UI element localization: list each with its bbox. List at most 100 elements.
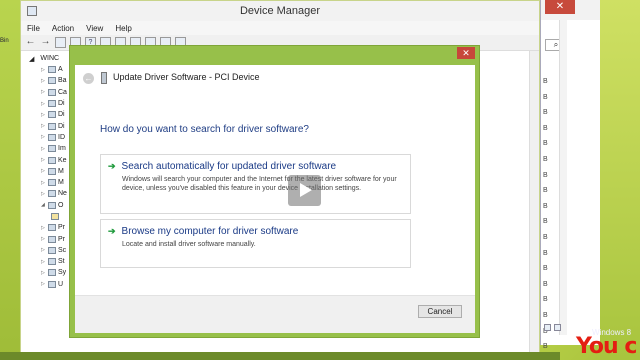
expand-icon[interactable]: ▷ bbox=[41, 247, 46, 253]
dialog-title: Update Driver Software - PCI Device bbox=[113, 72, 260, 82]
expand-icon[interactable]: ▷ bbox=[41, 168, 46, 174]
dialog-header: ← Update Driver Software - PCI Device bbox=[75, 65, 475, 91]
properties-icon[interactable] bbox=[55, 37, 66, 48]
background-window: ⌕ BBBBBBBBBBBBBBBBBB bbox=[540, 0, 600, 350]
device-manager-scrollbar[interactable] bbox=[529, 51, 539, 359]
expand-icon[interactable]: ▷ bbox=[41, 191, 46, 197]
dialog-close-button[interactable]: ✕ bbox=[457, 47, 475, 59]
column-cell: B bbox=[543, 265, 548, 273]
device-icon bbox=[101, 72, 107, 84]
view-buttons bbox=[544, 324, 561, 331]
tree-item-label: M bbox=[58, 167, 64, 175]
expand-icon[interactable]: ▷ bbox=[41, 112, 46, 118]
menu-action[interactable]: Action bbox=[52, 24, 74, 33]
background-window-scrollbar[interactable] bbox=[559, 20, 567, 335]
expand-icon[interactable]: ▷ bbox=[41, 78, 46, 84]
search-automatically-option[interactable]: ➔ Search automatically for updated drive… bbox=[100, 154, 411, 214]
column-cell: B bbox=[543, 202, 548, 210]
details-view-icon[interactable] bbox=[544, 324, 551, 331]
taskbar bbox=[0, 352, 560, 360]
recycle-bin-label[interactable]: Bin bbox=[0, 38, 9, 44]
device-category-icon bbox=[48, 167, 56, 175]
green-arrow-icon: ➔ bbox=[108, 226, 116, 236]
desktop-left-strip: Bin bbox=[0, 0, 20, 360]
forward-arrow-icon[interactable]: → bbox=[40, 37, 51, 48]
brand-watermark: You c bbox=[576, 334, 637, 359]
column-cell: B bbox=[543, 218, 548, 226]
menu-file[interactable]: File bbox=[27, 24, 40, 33]
device-category-icon bbox=[48, 235, 56, 243]
column-cell: B bbox=[543, 93, 548, 101]
device-category-icon bbox=[48, 111, 56, 119]
menu-view[interactable]: View bbox=[86, 24, 103, 33]
tree-item-label: ID bbox=[58, 133, 65, 141]
device-manager-title: Device Manager bbox=[239, 5, 321, 17]
device-category-icon bbox=[48, 190, 56, 198]
tree-item-label: St bbox=[58, 258, 65, 266]
play-triangle bbox=[300, 183, 312, 197]
column-cell: B bbox=[543, 109, 548, 117]
cancel-button[interactable]: Cancel bbox=[418, 305, 462, 318]
tree-item-label: Ne bbox=[58, 190, 67, 198]
device-category-icon bbox=[48, 269, 56, 277]
tree-item-label: A bbox=[58, 66, 63, 74]
device-category-icon bbox=[48, 122, 56, 130]
expand-icon[interactable]: ▷ bbox=[41, 281, 46, 287]
device-manager-titlebar[interactable]: Device Manager bbox=[21, 1, 539, 21]
tree-item-label: Sy bbox=[58, 269, 67, 277]
device-category-icon bbox=[48, 280, 56, 288]
tree-item-label: Pr bbox=[58, 235, 65, 243]
option-title: Search automatically for updated driver … bbox=[121, 161, 337, 172]
tree-root-label: WINC bbox=[40, 55, 60, 62]
device-category-icon bbox=[48, 77, 56, 85]
tree-item-label: Ba bbox=[58, 77, 67, 85]
expand-icon[interactable]: ▷ bbox=[41, 180, 46, 186]
device-category-icon bbox=[48, 246, 56, 254]
column-cell: B bbox=[543, 249, 548, 257]
expand-icon[interactable]: ▷ bbox=[41, 270, 46, 276]
column-cell: B bbox=[543, 140, 548, 148]
column-cell: B bbox=[543, 296, 548, 304]
dialog-question: How do you want to search for driver sof… bbox=[100, 124, 309, 135]
expand-icon[interactable]: ▷ bbox=[41, 236, 46, 242]
back-arrow-icon[interactable]: ← bbox=[25, 37, 36, 48]
expand-icon[interactable]: ▷ bbox=[41, 89, 46, 95]
column-cell: B bbox=[543, 233, 548, 241]
device-category-icon bbox=[48, 88, 56, 96]
expand-icon[interactable]: ▷ bbox=[41, 134, 46, 140]
tree-item-label: Ca bbox=[58, 88, 67, 96]
menu-help[interactable]: Help bbox=[115, 24, 131, 33]
large-icons-view-icon[interactable] bbox=[554, 324, 561, 331]
collapse-icon[interactable]: ◢ bbox=[29, 55, 34, 63]
column-cell: B bbox=[543, 124, 548, 132]
device-category-icon bbox=[48, 179, 56, 187]
tree-item-label: Di bbox=[58, 111, 65, 119]
device-category-icon bbox=[48, 100, 56, 108]
expand-icon[interactable]: ▷ bbox=[41, 146, 46, 152]
tree-item-label: Ke bbox=[58, 156, 67, 164]
expand-icon[interactable]: ▷ bbox=[41, 101, 46, 107]
expand-icon[interactable]: ▷ bbox=[41, 123, 46, 129]
background-close-button[interactable]: ✕ bbox=[545, 0, 575, 14]
device-category-icon bbox=[48, 156, 56, 164]
option-description: Locate and install driver software manua… bbox=[122, 241, 256, 248]
collapse-icon[interactable]: ◢ bbox=[41, 202, 46, 208]
column-cell: B bbox=[543, 155, 548, 163]
device-category-icon bbox=[48, 145, 56, 153]
option-title: Browse my computer for driver software bbox=[121, 226, 299, 237]
column-cell: B bbox=[543, 78, 548, 85]
desktop-right-strip bbox=[600, 0, 640, 360]
device-category-icon bbox=[48, 201, 56, 209]
green-arrow-icon: ➔ bbox=[108, 161, 116, 171]
expand-icon[interactable]: ▷ bbox=[41, 157, 46, 163]
device-category-icon bbox=[48, 66, 56, 74]
device-category-icon bbox=[48, 258, 56, 266]
expand-icon[interactable]: ▷ bbox=[41, 225, 46, 231]
option-description: Windows will search your computer and th… bbox=[122, 176, 397, 192]
expand-icon[interactable]: ▷ bbox=[41, 259, 46, 265]
browse-computer-option[interactable]: ➔ Browse my computer for driver software… bbox=[100, 219, 411, 268]
play-icon[interactable] bbox=[288, 175, 321, 206]
back-arrow-icon[interactable]: ← bbox=[83, 73, 94, 84]
tree-item-label: U bbox=[58, 280, 64, 288]
expand-icon[interactable]: ▷ bbox=[41, 67, 46, 73]
